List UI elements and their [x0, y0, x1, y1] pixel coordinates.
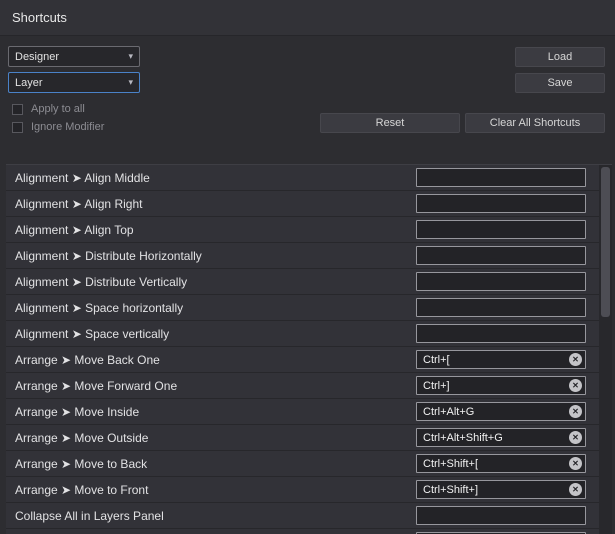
- shortcut-value: Ctrl+Shift+]: [423, 483, 479, 496]
- shortcuts-dialog: Shortcuts Designer ▾ Load Layer ▾ Save A…: [0, 0, 615, 534]
- clear-shortcut-icon[interactable]: ✕: [569, 431, 582, 444]
- app-dropdown[interactable]: Designer ▾: [8, 46, 140, 67]
- scrollbar-thumb[interactable]: [601, 167, 610, 317]
- ignore-modifier-option[interactable]: Ignore Modifier: [12, 121, 320, 133]
- page-title: Shortcuts: [12, 10, 67, 25]
- shortcut-row: Alignment ➤ Space horizontally: [6, 295, 612, 321]
- shortcut-row: Arrange ➤ Move Inside Ctrl+Alt+G ✕: [6, 399, 612, 425]
- ignore-modifier-checkbox[interactable]: [12, 121, 23, 133]
- shortcut-input[interactable]: [416, 506, 586, 525]
- shortcut-input[interactable]: [416, 168, 586, 187]
- shortcut-input[interactable]: [416, 194, 586, 213]
- shortcut-row: Alignment ➤ Align Top: [6, 217, 612, 243]
- clear-shortcut-icon[interactable]: ✕: [569, 379, 582, 392]
- shortcut-action-label: Alignment ➤ Distribute Vertically: [15, 274, 188, 289]
- shortcut-action-label: Arrange ➤ Move Outside: [15, 430, 149, 445]
- shortcut-action-label: Alignment ➤ Space vertically: [15, 326, 170, 341]
- shortcut-value: Ctrl+[: [423, 353, 450, 366]
- shortcut-action-label: Arrange ➤ Move Back One: [15, 352, 160, 367]
- shortcut-row: Arrange ➤ Move to Front Ctrl+Shift+] ✕: [6, 477, 612, 503]
- apply-to-all-option[interactable]: Apply to all: [12, 103, 320, 115]
- scrollbar[interactable]: [599, 165, 612, 534]
- reset-button[interactable]: Reset: [320, 113, 460, 133]
- shortcut-input[interactable]: Ctrl+Alt+Shift+G ✕: [416, 428, 586, 447]
- shortcut-row: Alignment ➤ Space vertically: [6, 321, 612, 347]
- apply-to-all-checkbox[interactable]: [12, 103, 23, 115]
- shortcut-row: Alignment ➤ Align Right: [6, 191, 612, 217]
- shortcut-action-label: Alignment ➤ Align Right: [15, 196, 143, 211]
- clear-shortcut-icon[interactable]: ✕: [569, 483, 582, 496]
- load-button[interactable]: Load: [515, 46, 605, 67]
- ignore-modifier-label: Ignore Modifier: [31, 121, 105, 133]
- shortcut-action-label: Arrange ➤ Move to Front: [15, 482, 149, 497]
- options-row: Apply to all Ignore Modifier Reset Clear…: [8, 103, 605, 133]
- shortcut-row: Collapse All in Layers Panel: [6, 503, 612, 529]
- category-row: Layer ▾ Save: [8, 72, 605, 93]
- shortcut-row: Arrange ➤ Move to Back Ctrl+Shift+[ ✕: [6, 451, 612, 477]
- titlebar: Shortcuts: [0, 0, 615, 36]
- shortcut-action-label: Alignment ➤ Space horizontally: [15, 300, 184, 315]
- checkbox-group: Apply to all Ignore Modifier: [8, 103, 320, 133]
- shortcut-action-label: Alignment ➤ Align Middle: [15, 170, 150, 185]
- shortcut-row: Alignment ➤ Distribute Vertically: [6, 269, 612, 295]
- shortcut-input[interactable]: [416, 272, 586, 291]
- shortcut-value: Ctrl+Alt+Shift+G: [423, 431, 503, 444]
- shortcut-value: Ctrl+]: [423, 379, 450, 392]
- shortcut-input[interactable]: [416, 324, 586, 343]
- shortcut-row: Arrange ➤ Move Outside Ctrl+Alt+Shift+G …: [6, 425, 612, 451]
- shortcut-action-label: Arrange ➤ Move Forward One: [15, 378, 178, 393]
- shortcut-input[interactable]: [416, 298, 586, 317]
- controls-area: Designer ▾ Load Layer ▾ Save Apply to al…: [0, 36, 615, 133]
- shortcut-action-label: Alignment ➤ Align Top: [15, 222, 134, 237]
- clear-all-shortcuts-button[interactable]: Clear All Shortcuts: [465, 113, 605, 133]
- shortcut-input[interactable]: [416, 246, 586, 265]
- chevron-down-icon: ▾: [128, 51, 133, 61]
- clear-shortcut-icon[interactable]: ✕: [569, 457, 582, 470]
- shortcut-action-label: Alignment ➤ Distribute Horizontally: [15, 248, 202, 263]
- save-button[interactable]: Save: [515, 72, 605, 93]
- shortcut-row: Arrange ➤ Move Back One Ctrl+[ ✕: [6, 347, 612, 373]
- chevron-down-icon: ▾: [128, 77, 133, 87]
- shortcut-row: Arrange ➤ Move Forward One Ctrl+] ✕: [6, 373, 612, 399]
- category-dropdown[interactable]: Layer ▾: [8, 72, 140, 93]
- shortcut-input[interactable]: Ctrl+[ ✕: [416, 350, 586, 369]
- shortcut-action-label: Arrange ➤ Move Inside: [15, 404, 140, 419]
- shortcut-row: Alignment ➤ Align Middle: [6, 165, 612, 191]
- category-dropdown-value: Layer: [15, 76, 43, 89]
- shortcut-action-label: Collapse All in Layers Panel: [15, 508, 164, 523]
- shortcut-row: Alignment ➤ Distribute Horizontally: [6, 243, 612, 269]
- shortcut-action-label: Arrange ➤ Move to Back: [15, 456, 148, 471]
- clear-shortcut-icon[interactable]: ✕: [569, 405, 582, 418]
- app-dropdown-value: Designer: [15, 50, 60, 63]
- action-buttons: Reset Clear All Shortcuts: [320, 113, 605, 133]
- apply-to-all-label: Apply to all: [31, 103, 85, 115]
- shortcut-value: Ctrl+Shift+[: [423, 457, 479, 470]
- shortcut-input[interactable]: Ctrl+] ✕: [416, 376, 586, 395]
- clear-shortcut-icon[interactable]: ✕: [569, 353, 582, 366]
- shortcut-value: Ctrl+Alt+G: [423, 405, 475, 418]
- shortcut-input[interactable]: Ctrl+Alt+G ✕: [416, 402, 586, 421]
- shortcut-input[interactable]: Ctrl+Shift+[ ✕: [416, 454, 586, 473]
- shortcut-list: Alignment ➤ Align Middle Alignment ➤ Ali…: [6, 164, 612, 534]
- app-row: Designer ▾ Load: [8, 46, 605, 67]
- shortcut-rows: Alignment ➤ Align Middle Alignment ➤ Ali…: [6, 165, 612, 534]
- shortcut-row: [6, 529, 612, 534]
- shortcut-input[interactable]: [416, 220, 586, 239]
- shortcut-input[interactable]: Ctrl+Shift+] ✕: [416, 480, 586, 499]
